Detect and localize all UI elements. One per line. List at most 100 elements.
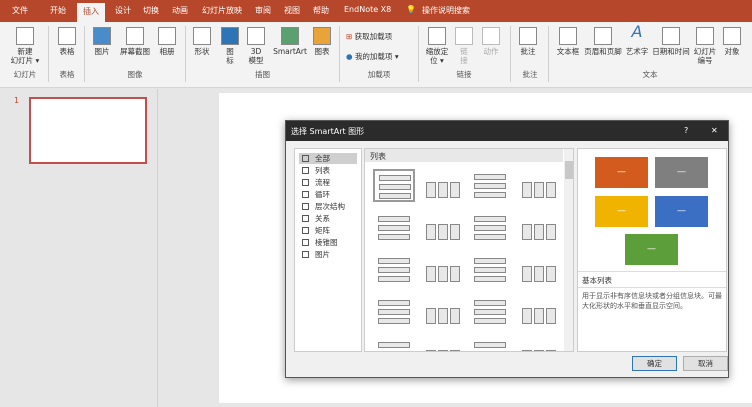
slide-number-button[interactable]: 幻灯片 编号 [692, 27, 718, 65]
object-icon [723, 27, 741, 45]
layout-thumbnail[interactable] [421, 253, 463, 286]
zoom-button[interactable]: 缩放定 位 ▾ [424, 27, 450, 65]
close-button[interactable]: ✕ [711, 126, 718, 135]
layout-thumbnail[interactable] [373, 337, 415, 351]
tell-me-search[interactable]: 操作说明搜索 [422, 5, 470, 16]
category-process[interactable]: 流程 [299, 177, 357, 188]
group-label: 加载项 [367, 70, 391, 79]
layout-thumbnail[interactable] [517, 211, 559, 244]
layout-thumbnail[interactable] [421, 169, 463, 202]
addins-icon: ● [346, 52, 355, 61]
dialog-titlebar: 选择 SmartArt 图形 ? ✕ [286, 121, 728, 141]
ok-button[interactable]: 确定 [632, 356, 677, 371]
tab-animations[interactable]: 动画 [172, 5, 188, 16]
group-label: 图像 [127, 70, 143, 79]
cube-icon [247, 27, 265, 45]
category-relationship[interactable]: 关系 [299, 213, 357, 224]
chart-icon [313, 27, 331, 45]
header-footer-button[interactable]: 页眉和页脚 [582, 27, 624, 56]
slide-thumbnail[interactable] [29, 97, 147, 164]
preview-description: 用于显示非有序信息块或者分组信息块。可最大化形状的水平和垂直显示空间。 [578, 287, 726, 314]
screenshot-button[interactable]: 屏幕截图 [116, 27, 154, 56]
category-cycle[interactable]: 循环 [299, 189, 357, 200]
layout-thumbnail[interactable] [469, 253, 511, 286]
tab-transitions[interactable]: 切换 [143, 5, 159, 16]
icons-button[interactable]: 图 标 [220, 27, 240, 65]
tab-slideshow[interactable]: 幻灯片放映 [202, 5, 242, 16]
wordart-icon: A [631, 22, 643, 41]
section-header: 列表 [365, 149, 563, 162]
layout-thumbnail[interactable] [517, 295, 559, 328]
tab-view[interactable]: 视图 [284, 5, 300, 16]
category-picture[interactable]: 图片 [299, 249, 357, 260]
picture-button[interactable]: 图片 [90, 27, 114, 56]
layout-thumbnail[interactable] [517, 253, 559, 286]
3d-model-button[interactable]: 3D 模型 [245, 27, 267, 65]
layout-gallery: 列表 [364, 148, 574, 352]
smartart-button[interactable]: SmartArt [270, 27, 310, 56]
tab-endnote[interactable]: EndNote X8 [344, 5, 391, 14]
tab-design[interactable]: 设计 [115, 5, 131, 16]
group-label: 批注 [522, 70, 538, 79]
category-list: 全部 列表 流程 循环 层次结构 关系 矩阵 棱锥图 图片 [294, 148, 362, 352]
datetime-button[interactable]: 日期和时间 [650, 27, 692, 56]
layout-thumbnail[interactable] [421, 295, 463, 328]
preview-box: — [654, 195, 709, 228]
tab-home[interactable]: 开始 [50, 5, 66, 16]
group-label: 幻灯片 [13, 70, 37, 79]
slide-number-icon [696, 27, 714, 45]
category-pyramid[interactable]: 棱锥图 [299, 237, 357, 248]
calendar-icon [662, 27, 680, 45]
star-icon [482, 27, 500, 45]
layout-thumbnail[interactable] [373, 169, 415, 202]
zoom-icon [428, 27, 446, 45]
layout-thumbnail[interactable] [469, 337, 511, 351]
preview-box: — [594, 156, 649, 189]
tab-help[interactable]: 帮助 [313, 5, 329, 16]
tab-insert[interactable]: 插入 [77, 3, 105, 22]
link-button[interactable]: 链 接 [454, 27, 474, 65]
slide-number: 1 [14, 96, 20, 105]
object-button[interactable]: 对象 [720, 27, 744, 56]
tab-review[interactable]: 审阅 [255, 5, 271, 16]
shapes-button[interactable]: 形状 [190, 27, 214, 56]
dialog-title: 选择 SmartArt 图形 [291, 127, 365, 136]
layout-thumbnail[interactable] [421, 337, 463, 351]
category-matrix[interactable]: 矩阵 [299, 225, 357, 236]
layout-thumbnail[interactable] [373, 295, 415, 328]
get-addins-button[interactable]: ⊞ 获取加载项 [346, 32, 392, 41]
layout-thumbnail[interactable] [517, 169, 559, 202]
layout-thumbnail[interactable] [421, 211, 463, 244]
comment-button[interactable]: 批注 [516, 27, 540, 56]
preview-pane: — — — — — 基本列表 用于显示非有序信息块或者分组信息块。可最大化形状的… [577, 148, 727, 352]
help-button[interactable]: ? [684, 126, 688, 135]
preview-box: — [654, 156, 709, 189]
layout-thumbnail[interactable] [469, 211, 511, 244]
table-button[interactable]: 表格 [54, 27, 80, 56]
textbox-button[interactable]: 文本框 [553, 27, 583, 56]
layout-thumbnail[interactable] [373, 253, 415, 286]
action-button[interactable]: 动作 [480, 27, 502, 56]
lightbulb-icon: 💡 [406, 5, 416, 14]
layout-thumbnail[interactable] [373, 211, 415, 244]
album-button[interactable]: 相册 [155, 27, 179, 56]
screenshot-icon [126, 27, 144, 45]
preview-box: — [594, 195, 649, 228]
tab-file[interactable]: 文件 [12, 5, 28, 16]
cancel-button[interactable]: 取消 [683, 356, 728, 371]
group-label: 链接 [456, 70, 472, 79]
wordart-button[interactable]: A 艺术字 [624, 22, 650, 57]
my-addins-button[interactable]: ● 我的加载项 ▾ [346, 52, 399, 61]
layout-thumbnail[interactable] [469, 295, 511, 328]
layout-thumbnail[interactable] [517, 337, 559, 351]
chart-button[interactable]: 图表 [311, 27, 333, 56]
shapes-icon [193, 27, 211, 45]
scrollbar[interactable] [564, 149, 573, 351]
new-slide-button[interactable]: 新建 幻灯片 ▾ [10, 27, 40, 65]
layout-thumbnail[interactable] [469, 169, 511, 202]
smartart-dialog: 选择 SmartArt 图形 ? ✕ 全部 列表 流程 循环 层次结构 关系 矩… [285, 120, 729, 378]
category-list-item[interactable]: 列表 [299, 165, 357, 176]
smartart-icon [281, 27, 299, 45]
category-hierarchy[interactable]: 层次结构 [299, 201, 357, 212]
category-all[interactable]: 全部 [299, 153, 357, 164]
